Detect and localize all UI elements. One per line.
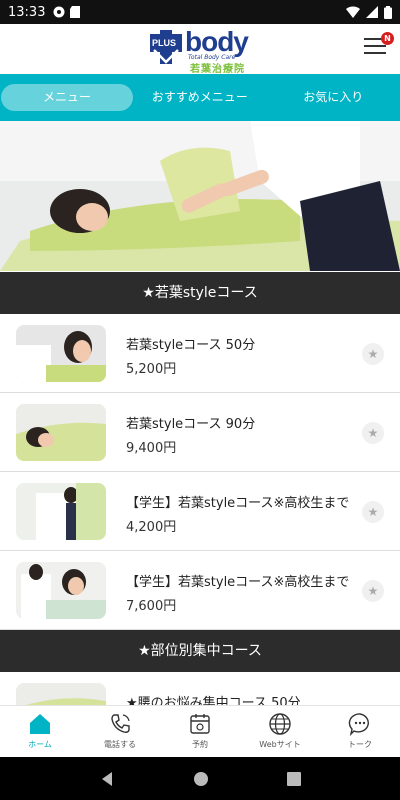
item-price: 7,600円 (126, 599, 177, 614)
nav-website[interactable]: Webサイト (240, 706, 320, 757)
nav-label: ホーム (28, 740, 52, 749)
nav-label: 電話する (104, 740, 136, 749)
notification-badge: N (381, 32, 394, 45)
favorite-star-icon[interactable]: ★ (362, 343, 384, 365)
item-price: 4,200円 (126, 520, 177, 535)
chat-icon (348, 713, 369, 736)
status-bar: 13:33 (0, 0, 400, 24)
tab-favorites[interactable]: お気に入り (267, 84, 400, 111)
signal-icon (366, 6, 378, 18)
menu-button[interactable]: N (364, 32, 394, 58)
back-icon[interactable] (99, 771, 115, 787)
battery-icon (384, 5, 392, 19)
wifi-icon (346, 6, 360, 18)
brand-logo: PLUS body Total Body Care 若葉治療院 (150, 26, 249, 75)
nav-label: Webサイト (259, 740, 301, 749)
status-time: 13:33 (8, 4, 46, 20)
logo-jp-name: 若葉治療院 (190, 64, 245, 75)
item-thumbnail (16, 483, 106, 540)
home-circle-icon[interactable] (193, 771, 209, 787)
item-thumbnail (16, 404, 106, 461)
list-item[interactable]: 【学生】若葉styleコース※高校生まで 4,200円 ★ (0, 472, 400, 551)
section-header: ★若葉styleコース (0, 272, 400, 314)
item-price: 9,400円 (126, 441, 177, 456)
favorite-star-icon[interactable]: ★ (362, 580, 384, 602)
app-header: PLUS body Total Body Care 若葉治療院 N (0, 24, 400, 75)
list-item[interactable]: 【学生】若葉styleコース※高校生まで 7,600円 ★ (0, 551, 400, 630)
nav-home[interactable]: ホーム (0, 706, 80, 757)
tab-menu[interactable]: メニュー (1, 84, 133, 111)
item-name: 【学生】若葉styleコース※高校生まで (126, 575, 350, 590)
item-name: 若葉styleコース 50分 (126, 338, 256, 353)
globe-icon (269, 713, 291, 735)
home-icon (30, 714, 50, 734)
logo-plus-text: PLUS (152, 38, 177, 48)
nav-talk[interactable]: トーク (320, 706, 400, 757)
hero-image (0, 121, 400, 271)
item-thumbnail (16, 562, 106, 619)
plus-logo-icon: PLUS (150, 30, 182, 64)
favorite-star-icon[interactable]: ★ (362, 501, 384, 523)
item-price: 5,200円 (126, 362, 177, 377)
section-header: ★部位別集中コース (0, 630, 400, 672)
notification-icon (53, 6, 65, 18)
calendar-icon (190, 714, 210, 734)
sd-card-icon (70, 6, 81, 18)
recents-icon[interactable] (287, 771, 301, 786)
system-navigation-bar (0, 757, 400, 800)
item-thumbnail (16, 325, 106, 382)
list-item[interactable]: 若葉styleコース 50分 5,200円 ★ (0, 314, 400, 393)
logo-word: body (185, 26, 249, 57)
item-name: 若葉styleコース 90分 (126, 417, 256, 432)
nav-label: トーク (348, 740, 372, 749)
nav-label: 予約 (192, 740, 208, 749)
favorite-star-icon[interactable]: ★ (362, 422, 384, 444)
phone-icon (111, 714, 130, 733)
bottom-navigation: ホーム 電話する 予約 Webサイト トーク (0, 705, 400, 757)
tab-recommended[interactable]: おすすめメニュー (133, 84, 267, 111)
nav-phone[interactable]: 電話する (80, 706, 160, 757)
list-item[interactable]: 若葉styleコース 90分 9,400円 ★ (0, 393, 400, 472)
item-name: 【学生】若葉styleコース※高校生まで (126, 496, 350, 511)
nav-reservation[interactable]: 予約 (160, 706, 240, 757)
tab-bar: メニュー おすすめメニュー お気に入り (0, 74, 400, 121)
